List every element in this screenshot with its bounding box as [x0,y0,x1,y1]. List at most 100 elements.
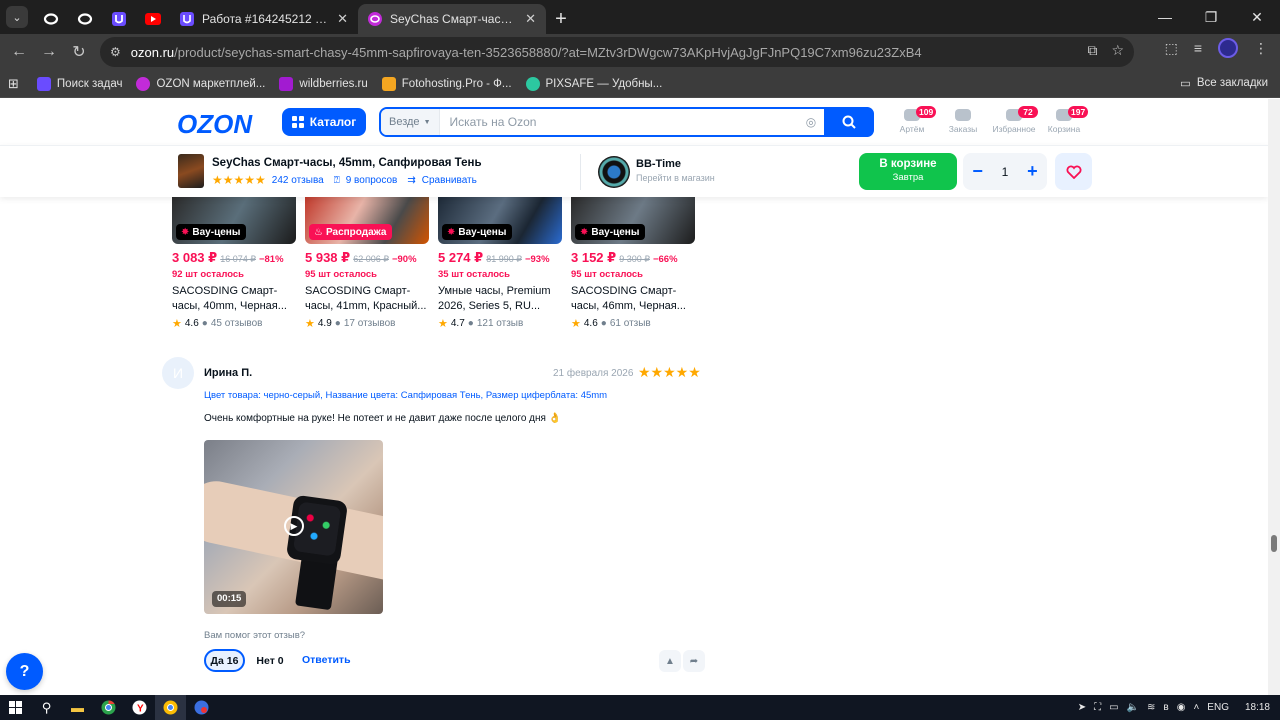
scrollbar-thumb[interactable] [1271,535,1277,552]
minimize-icon[interactable]: — [1142,0,1188,34]
apps-grid-icon[interactable]: ⊞ [8,76,19,92]
file-explorer-icon[interactable]: ▬ [62,695,93,720]
reply-link[interactable]: Ответить [302,654,351,666]
bookmark-item[interactable]: wildberries.ru [279,76,368,91]
wifi-icon[interactable]: ≋ [1147,702,1155,713]
favorite-button[interactable] [1055,153,1092,190]
close-icon[interactable]: ✕ [337,11,348,27]
bookmark-item[interactable]: Поиск задач [36,76,122,91]
bookmark-item[interactable]: Fotohosting.Pro - Ф... [381,76,512,91]
windows-start-icon[interactable] [0,695,31,720]
close-window-icon[interactable]: ✕ [1234,0,1280,34]
search-icon[interactable]: ⚲ [31,695,62,720]
product-image[interactable]: ♨ Распродажа [305,197,429,244]
search-scope-select[interactable]: Везде ▼ [381,109,440,135]
product-image[interactable]: ✸ Вау-цены [172,197,296,244]
help-chat-button[interactable]: ? [6,653,43,690]
language-indicator[interactable]: ENG [1207,702,1229,713]
seller-name[interactable]: BB-Time [636,158,681,170]
product-thumbnail[interactable] [178,154,204,188]
report-icon[interactable]: ▲ [659,650,681,672]
review-properties: Цвет товара: черно-серый, Название цвета… [204,390,608,401]
product-name[interactable]: SACOSDING Смарт-часы, 46mm, Черная... [571,284,695,314]
volume-icon[interactable]: 🔈 [1127,702,1139,713]
nav-cart[interactable]: 197 Корзина [1038,106,1090,134]
camera-icon[interactable]: ◎ [798,115,824,129]
opera-taskbar-icon[interactable] [186,695,217,720]
seller-avatar[interactable] [598,156,630,188]
nav-orders[interactable]: Заказы [937,109,989,134]
go-to-store-link[interactable]: Перейти в магазин [636,173,715,183]
current-price: 5 274 ₽ [438,250,484,265]
reload-icon[interactable]: ↻ [64,37,94,67]
nav-favorites[interactable]: 72 Избранное [988,106,1040,134]
back-arrow-icon[interactable]: ← [4,37,34,67]
helpful-yes-button[interactable]: Да 16 [204,649,245,672]
product-name[interactable]: SACOSDING Смарт-часы, 41mm, Красный... [305,284,429,314]
product-card[interactable]: ✸ Вау-цены 5 274 ₽81 990 ₽ −93% 35 шт оста… [438,197,562,330]
url-host: ozon.ru [130,44,175,60]
bluetooth-icon[interactable]: ʙ [1163,702,1168,713]
media-controls-icon[interactable]: ≡ [1194,40,1202,56]
chrome-tray-icon[interactable]: ◉ [1177,702,1186,713]
product-card[interactable]: ♨ Распродажа 5 938 ₽62 006 ₽ −90% 95 шт ос… [305,197,429,330]
compare-link[interactable]: Сравнивать [422,175,477,186]
discount: −81% [258,254,284,265]
pinned-tab-3[interactable] [102,4,136,34]
deal-tag: ♨ Распродажа [309,224,393,240]
reviewer-name: Ирина П. [204,367,253,379]
chrome-icon[interactable] [93,695,124,720]
product-card[interactable]: ✸ Вау-цены 3 083 ₽16 074 ₽ −81% 92 шт оста… [172,197,296,330]
pinned-tab-1[interactable] [34,4,68,34]
play-icon[interactable]: ▶ [284,516,304,536]
close-icon[interactable]: ✕ [525,11,536,27]
nav-profile[interactable]: 109 Артём [886,106,938,134]
maximize-icon[interactable]: ❐ [1188,0,1234,34]
plus-button[interactable]: + [1027,161,1038,182]
extensions-icon[interactable]: ⬚ [1165,40,1178,57]
product-image[interactable]: ✸ Вау-цены [571,197,695,244]
tab-work-order[interactable]: Работа #164245212 по заказу ✕ [170,4,358,34]
bookmark-star-icon[interactable]: ☆ [1111,42,1124,59]
product-name[interactable]: Умные часы, Premium 2026, Series 5, RU..… [438,284,562,314]
telegram-icon[interactable]: ➤ [1078,702,1086,713]
install-app-icon[interactable]: ⧉ [1087,42,1097,59]
yandex-browser-icon[interactable]: Y [124,695,155,720]
pinned-tab-2[interactable] [68,4,102,34]
screenshot-icon[interactable]: ⛶ [1094,702,1101,713]
product-card[interactable]: ✸ Вау-цены 3 152 ₽9 300 ₽ −66% 95 шт остал… [571,197,695,330]
site-info-icon[interactable]: ⚙ [110,45,121,59]
profile-avatar[interactable] [1218,38,1238,58]
catalog-button[interactable]: Каталог [282,108,366,136]
battery-icon[interactable]: ▭ [1109,702,1118,713]
in-cart-button[interactable]: В корзине Завтра [859,153,957,190]
all-bookmarks[interactable]: ▭ Все закладки [1180,76,1268,90]
old-price: 81 990 ₽ [486,254,522,264]
chrome-icon[interactable] [155,695,186,720]
clock[interactable]: 18:18 [1245,702,1270,713]
reviews-link[interactable]: 242 отзыва [272,175,324,186]
new-tab-button[interactable]: + [546,4,576,34]
tab-search-button[interactable]: ⌄ [6,6,28,28]
nav-label: Избранное [992,124,1036,134]
ozon-logo[interactable]: OZON [177,109,252,140]
page-scrollbar[interactable] [1268,99,1280,695]
share-icon[interactable]: ➦ [683,650,705,672]
minus-button[interactable]: − [972,161,983,182]
forward-arrow-icon[interactable]: → [34,37,64,67]
tray-chevron-icon[interactable]: ˄ [1193,702,1199,713]
search-input[interactable] [439,109,798,135]
product-name[interactable]: SACOSDING Смарт-часы, 40mm, Черная... [172,284,296,314]
pinned-tab-4[interactable] [136,4,170,34]
questions-link[interactable]: 9 вопросов [346,175,398,186]
bookmark-item[interactable]: OZON маркетплей... [136,76,265,91]
search-button[interactable] [824,107,874,137]
bookmark-item[interactable]: PIXSAFE — Удобны... [525,76,662,91]
helpful-no-button[interactable]: Нет 0 [250,649,290,672]
comment-icon: ● [334,318,341,329]
product-image[interactable]: ✸ Вау-цены [438,197,562,244]
tab-ozon-product[interactable]: SeyChas Смарт-часы, 45mm, С ✕ [358,4,546,34]
menu-kebab-icon[interactable]: ⋮ [1254,40,1268,57]
review-video[interactable]: ▶ 00:15 [204,440,383,614]
address-bar[interactable]: ⚙ ozon.ru/product/seychas-smart-chasy-45… [100,37,1134,67]
